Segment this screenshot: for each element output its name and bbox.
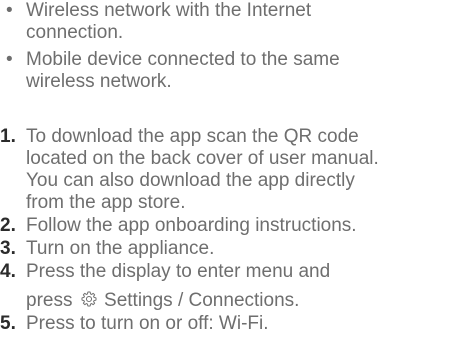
step-text: Press the display to enter menu and [26, 261, 331, 282]
bullet-marker: • [6, 0, 13, 21]
step-text: from the app store. [26, 192, 186, 213]
step-text: located on the back cover of user manual… [26, 148, 379, 169]
step-text: You can also download the app directly [26, 170, 355, 191]
step-item: 1. To download the app scan the QR code … [0, 126, 465, 214]
step-text: To download the app scan the QR code [26, 126, 359, 147]
step-text: press [26, 290, 73, 311]
requirements-list: • Wireless network with the Internet con… [0, 0, 340, 98]
step-text: Press to turn on or off: Wi-Fi. [26, 313, 269, 334]
step-number: 3. [0, 238, 16, 259]
requirement-text: Mobile device connected to the same [26, 49, 340, 70]
settings-gear-icon [81, 291, 97, 307]
step-item: 3. Turn on the appliance. [0, 238, 465, 260]
step-item: 5. Press to turn on or off: Wi-Fi. [0, 313, 465, 335]
requirement-text: wireless network. [26, 71, 172, 92]
step-text: Settings / Connections. [104, 290, 300, 311]
requirement-item: • Mobile device connected to the same wi… [0, 49, 340, 93]
step-item: 2. Follow the app onboarding instruction… [0, 215, 465, 237]
step-number: 1. [0, 126, 16, 147]
step-item: 4. Press the display to enter menu and p… [0, 261, 465, 312]
step-number: 5. [0, 313, 16, 334]
step-text-with-icon: press Settings / Connections. [26, 290, 465, 312]
step-number: 4. [0, 261, 16, 282]
requirement-item: • Wireless network with the Internet con… [0, 0, 340, 44]
requirement-text: connection. [26, 22, 124, 43]
setup-steps-list: 1. To download the app scan the QR code … [0, 126, 465, 336]
step-text: Follow the app onboarding instructions. [26, 215, 357, 236]
step-text: Turn on the appliance. [26, 238, 215, 259]
requirement-text: Wireless network with the Internet [26, 0, 312, 21]
bullet-marker: • [6, 49, 13, 70]
step-number: 2. [0, 215, 16, 236]
